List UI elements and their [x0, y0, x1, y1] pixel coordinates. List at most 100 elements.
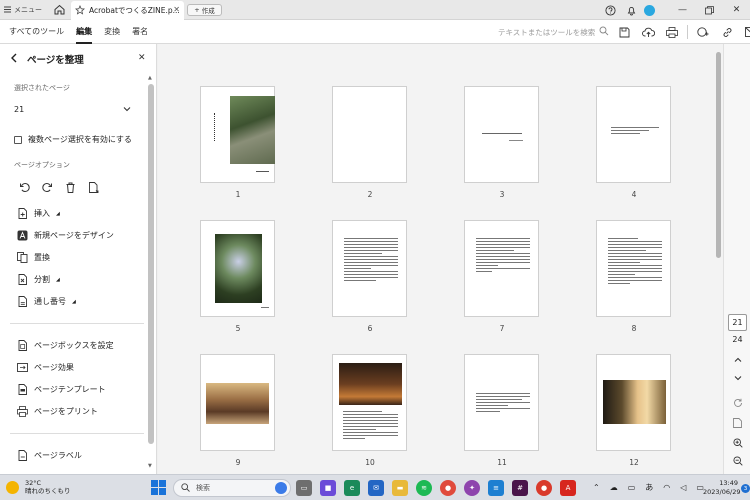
- bell-icon[interactable]: [623, 2, 639, 18]
- spotify-icon[interactable]: ≋: [416, 480, 432, 496]
- numbering-icon: [17, 296, 28, 307]
- weather-widget[interactable]: 32°C 晴れのちくもり: [6, 479, 71, 495]
- bates-numbering-item[interactable]: 通し番号 ◢: [17, 296, 76, 307]
- keyboard-icon[interactable]: ▭: [628, 483, 636, 492]
- next-page-icon[interactable]: [730, 371, 745, 384]
- avatar[interactable]: [644, 4, 655, 16]
- design-new-page-item[interactable]: 新規ページをデザイン: [17, 230, 114, 241]
- notepad-app-icon[interactable]: ≡: [488, 480, 504, 496]
- page-templates-item[interactable]: ページテンプレート: [17, 384, 106, 395]
- minimize-icon[interactable]: —: [669, 0, 696, 20]
- link-icon[interactable]: [715, 24, 739, 40]
- zoom-in-icon[interactable]: [730, 436, 745, 449]
- sidebar-scroll-thumb[interactable]: [148, 84, 154, 444]
- cloud-icon[interactable]: ☁: [610, 483, 618, 492]
- mail-app-icon[interactable]: ✉: [368, 480, 384, 496]
- page-box-label: ページボックスを設定: [34, 341, 114, 350]
- page-labels-label: ページラベル: [34, 451, 82, 460]
- tab-sign[interactable]: 署名: [132, 20, 148, 44]
- close-panel-icon[interactable]: ✕: [138, 53, 146, 63]
- photo-thumbnail: [339, 363, 402, 405]
- app-red-icon[interactable]: ●: [536, 480, 552, 496]
- save-icon[interactable]: [612, 24, 636, 40]
- task-view-icon[interactable]: ▭: [296, 480, 312, 496]
- main-scroll-thumb[interactable]: [716, 52, 721, 258]
- sidebar-scrollbar[interactable]: ▲ ▼: [147, 75, 156, 474]
- zoom-out-icon[interactable]: [730, 454, 745, 467]
- messenger-icon[interactable]: ✦: [464, 480, 480, 496]
- page-thumbnail[interactable]: [200, 354, 275, 451]
- page-thumbnail[interactable]: [596, 354, 671, 451]
- page-thumbnail[interactable]: [464, 220, 539, 317]
- new-tab-button[interactable]: + 作成: [187, 4, 222, 16]
- home-icon[interactable]: [53, 3, 66, 16]
- page-thumbnail[interactable]: [464, 86, 539, 183]
- notification-badge[interactable]: 3: [741, 484, 750, 493]
- rotate-left-icon[interactable]: [17, 180, 32, 195]
- tab-edit[interactable]: 編集: [76, 20, 93, 44]
- page-view-icon[interactable]: [730, 416, 745, 429]
- previous-page-icon[interactable]: [730, 353, 745, 366]
- checkbox-box[interactable]: [14, 135, 22, 144]
- refresh-icon[interactable]: [730, 396, 745, 409]
- edge-browser-icon[interactable]: e: [344, 480, 360, 496]
- multi-select-checkbox[interactable]: 複数ページ選択を有効にする: [14, 134, 132, 145]
- cloud-upload-icon[interactable]: [636, 24, 660, 40]
- scroll-up-icon[interactable]: ▲: [148, 75, 152, 81]
- page-thumbnail[interactable]: [332, 86, 407, 183]
- photo-thumbnail: [230, 96, 275, 164]
- tool-search-input[interactable]: テキストまたはツールを検索: [498, 26, 609, 38]
- chevron-up-icon[interactable]: ⌃: [593, 483, 600, 492]
- scroll-down-icon[interactable]: ▼: [148, 463, 152, 469]
- bing-icon[interactable]: [275, 482, 287, 494]
- split-document-item[interactable]: 分割 ◢: [17, 274, 60, 285]
- page-thumbnail[interactable]: [596, 86, 671, 183]
- slack-icon[interactable]: #: [512, 480, 528, 496]
- close-window-icon[interactable]: ✕: [723, 0, 750, 20]
- insert-label: 挿入: [34, 209, 50, 218]
- help-icon[interactable]: [602, 2, 618, 18]
- set-page-box-item[interactable]: ページボックスを設定: [17, 340, 114, 351]
- document-tab[interactable]: AcrobatでつくるZINE.p... ✕: [71, 1, 184, 20]
- search-icon: [181, 482, 190, 494]
- windows-start-icon[interactable]: [151, 480, 166, 495]
- page-thumbnail[interactable]: [464, 354, 539, 451]
- acrobat-icon[interactable]: A: [560, 480, 576, 496]
- page-thumbnail[interactable]: [200, 86, 275, 183]
- share-people-icon[interactable]: [691, 24, 715, 40]
- speaker-icon[interactable]: ◁: [680, 483, 686, 492]
- replace-pages-item[interactable]: 置換: [17, 252, 50, 263]
- extract-page-icon[interactable]: [86, 180, 101, 195]
- mail-icon[interactable]: [739, 24, 750, 40]
- ime-indicator[interactable]: あ: [645, 482, 653, 493]
- tab-convert[interactable]: 変換: [104, 20, 120, 44]
- current-page-input[interactable]: 21: [728, 314, 747, 331]
- tab-all-tools[interactable]: すべてのツール: [9, 20, 64, 44]
- page-labels-item[interactable]: ページラベル: [17, 450, 82, 461]
- trash-icon[interactable]: [63, 180, 78, 195]
- print-icon[interactable]: [660, 24, 684, 40]
- taskbar-search-input[interactable]: 検索: [173, 479, 291, 497]
- restore-icon[interactable]: [696, 0, 723, 20]
- chrome-icon[interactable]: ●: [440, 480, 456, 496]
- page-thumbnail[interactable]: [200, 220, 275, 317]
- insert-pages-item[interactable]: 挿入 ◢: [17, 208, 60, 219]
- star-icon[interactable]: [75, 4, 85, 17]
- page-thumbnail[interactable]: [332, 220, 407, 317]
- taskbar-clock[interactable]: 13:49 2023/06/29: [703, 479, 740, 497]
- menu-button[interactable]: メニュー: [4, 4, 42, 16]
- wifi-icon[interactable]: ◠: [663, 483, 670, 492]
- file-explorer-icon[interactable]: ▬: [392, 480, 408, 496]
- page-transitions-item[interactable]: ページ効果: [17, 362, 74, 373]
- teams-icon[interactable]: ■: [320, 480, 336, 496]
- back-arrow-icon[interactable]: [10, 53, 18, 66]
- template-icon: [17, 384, 28, 395]
- page-thumbnail[interactable]: [596, 220, 671, 317]
- photo-thumbnail: [603, 380, 666, 424]
- page-thumbnail[interactable]: [332, 354, 407, 451]
- rotate-right-icon[interactable]: [40, 180, 55, 195]
- print-pages-item[interactable]: ページをプリント: [17, 406, 98, 417]
- close-tab-icon[interactable]: ✕: [173, 5, 180, 14]
- selected-pages-label: 選択されたページ: [14, 84, 70, 92]
- selected-pages-dropdown[interactable]: 21: [14, 102, 131, 116]
